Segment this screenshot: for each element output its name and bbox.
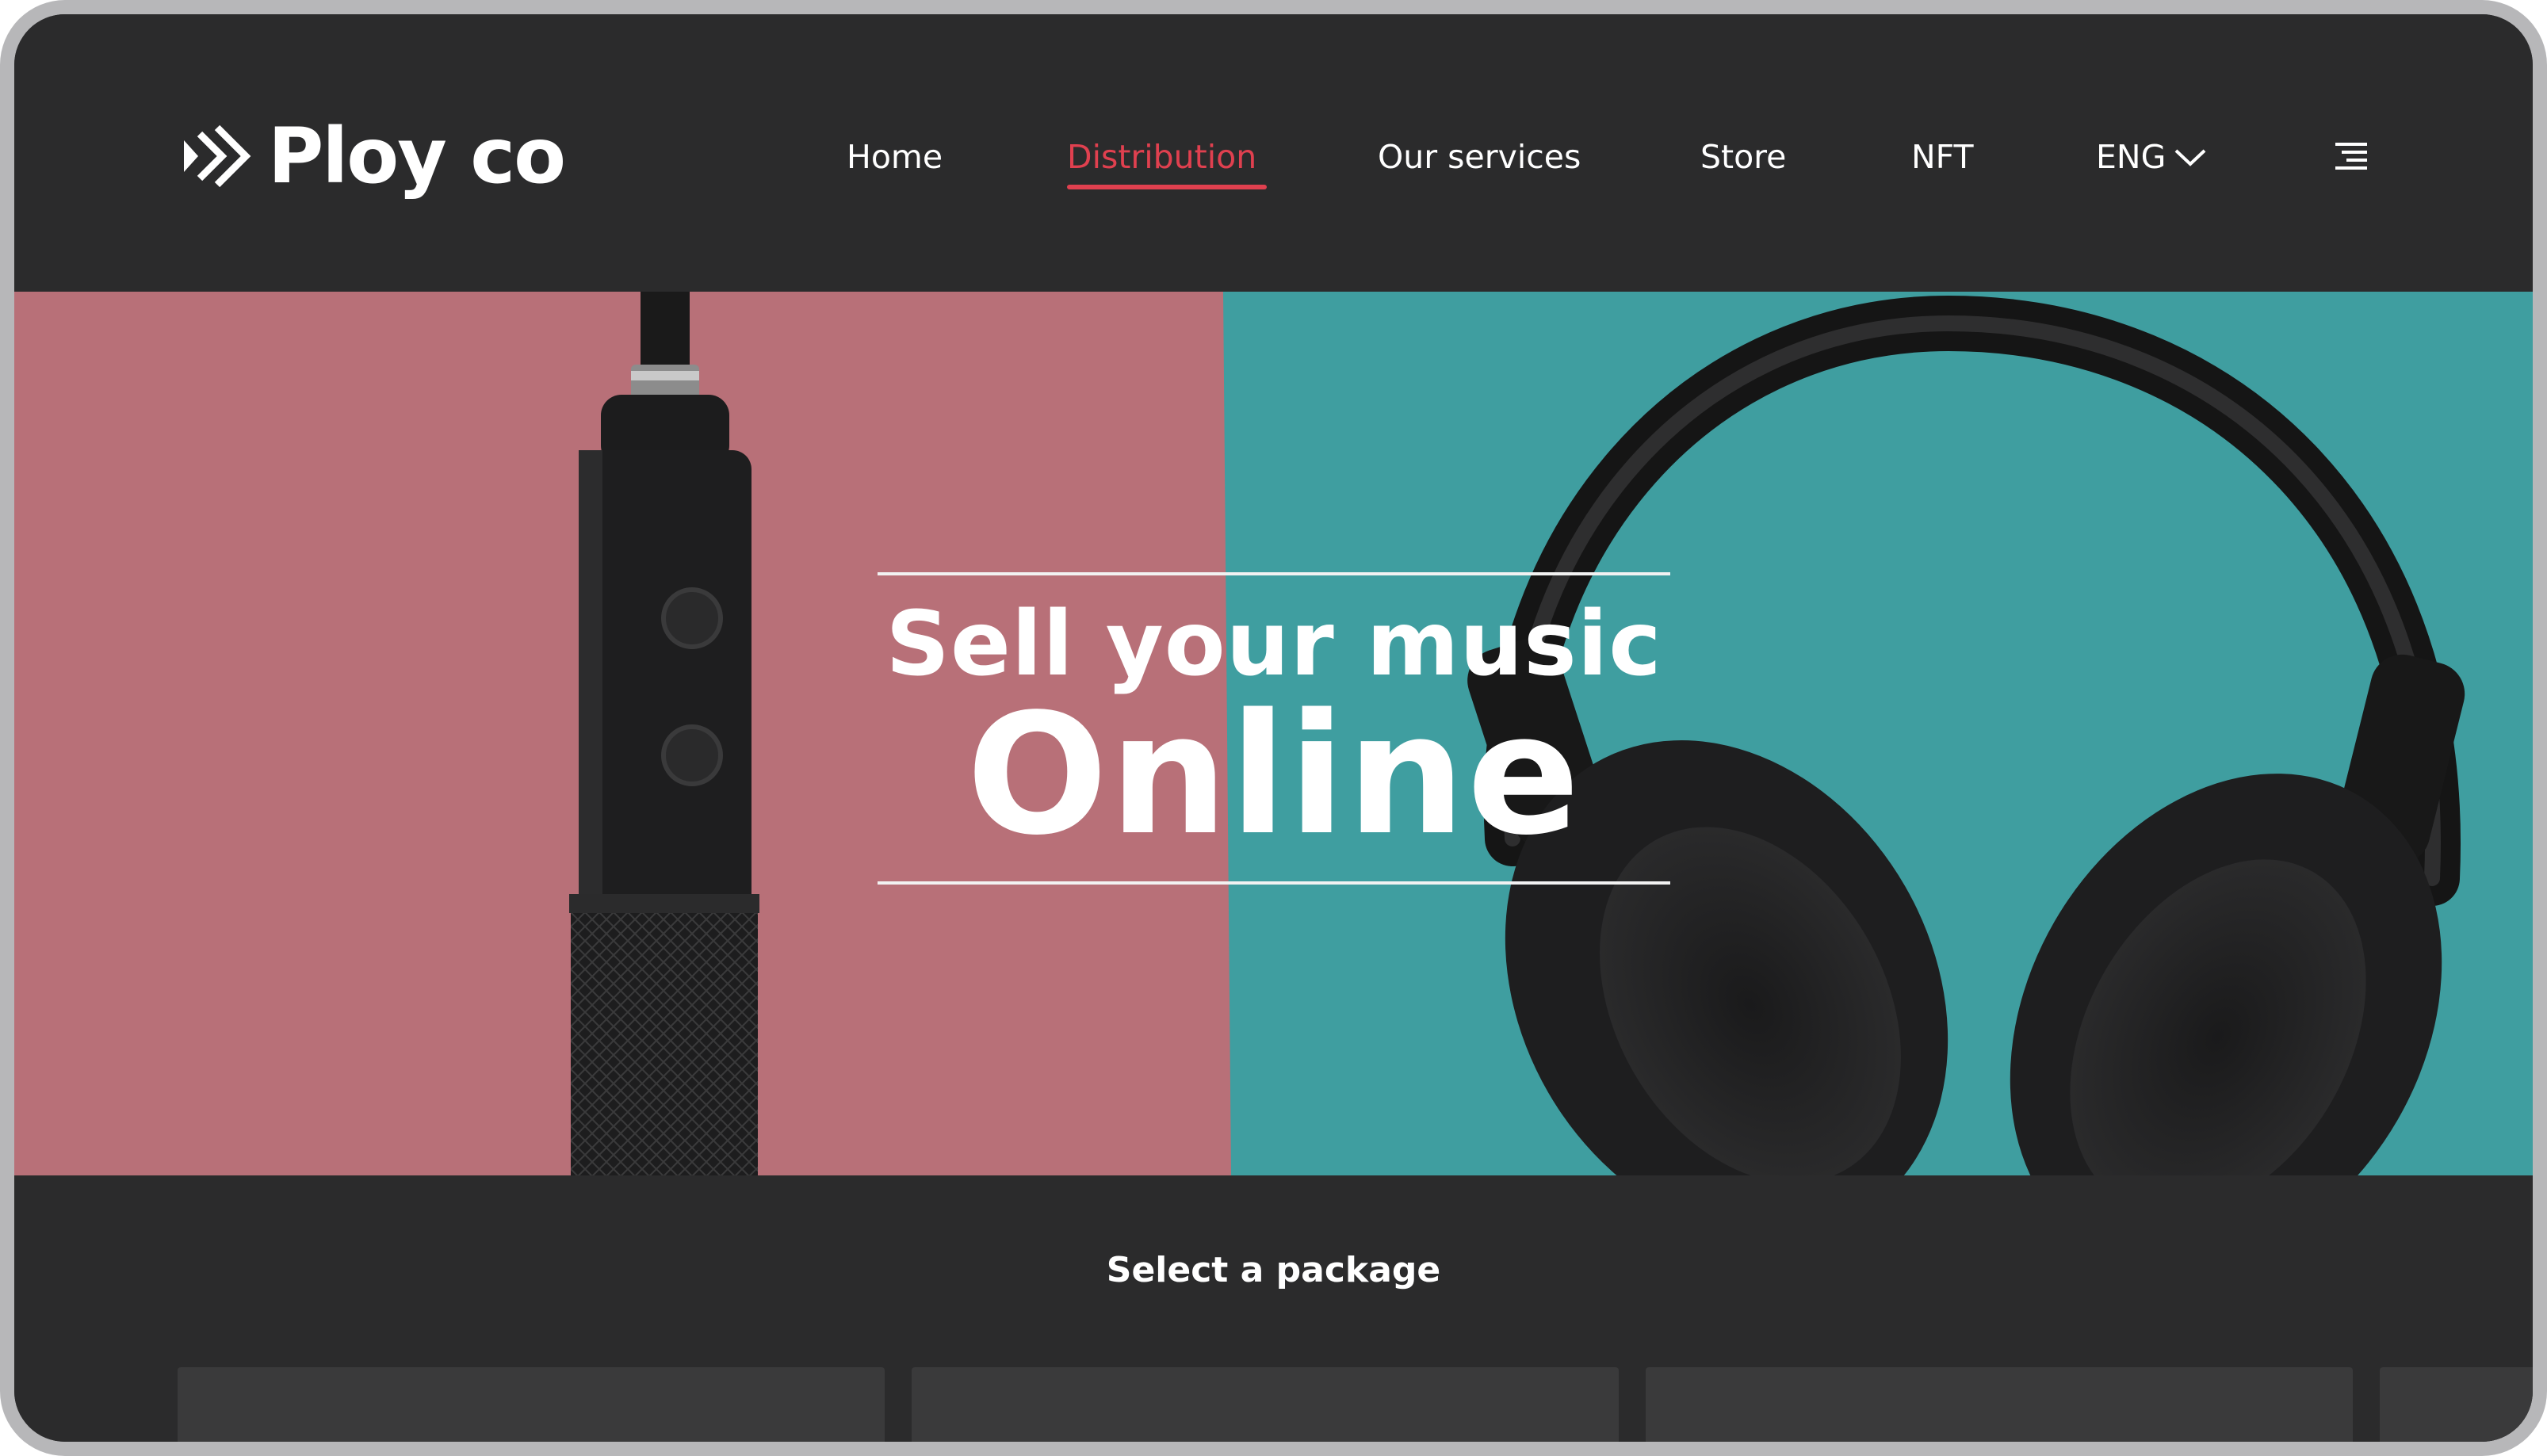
nav-distribution[interactable]: Distribution: [1067, 125, 1256, 189]
language-label: ENG: [2096, 138, 2166, 176]
package-card[interactable]: [178, 1367, 885, 1442]
site-header: Ploy co Home Distribution Our services S…: [14, 14, 2533, 292]
browser-viewport: Ploy co Home Distribution Our services S…: [14, 14, 2533, 1442]
device-frame: Ploy co Home Distribution Our services S…: [0, 0, 2547, 1456]
package-card[interactable]: [912, 1367, 1619, 1442]
package-heading: Select a package: [1106, 1250, 1441, 1290]
nav-home[interactable]: Home: [847, 125, 943, 189]
brand-name: Ploy co: [268, 112, 566, 201]
package-section: Select a package: [14, 1175, 2533, 1442]
chevron-down-icon: [2174, 149, 2206, 166]
nav-our-services[interactable]: Our services: [1378, 125, 1581, 189]
hero-bottom-rule: [878, 881, 1670, 885]
hamburger-menu-icon[interactable]: [2327, 133, 2375, 181]
brand-logo[interactable]: Ploy co: [178, 106, 566, 206]
hero-top-rule: [878, 572, 1670, 575]
hero-title: Online: [966, 678, 1581, 872]
nav-store[interactable]: Store: [1700, 125, 1786, 189]
package-card[interactable]: [1646, 1367, 2353, 1442]
triple-chevron-play-icon: [184, 124, 251, 188]
nav-nft[interactable]: NFT: [1911, 125, 1974, 189]
package-card[interactable]: [2380, 1367, 2533, 1442]
language-selector[interactable]: ENG: [2096, 125, 2207, 189]
active-nav-indicator: [1067, 185, 1267, 189]
hero-banner: Sell your music Online: [14, 292, 2533, 1175]
